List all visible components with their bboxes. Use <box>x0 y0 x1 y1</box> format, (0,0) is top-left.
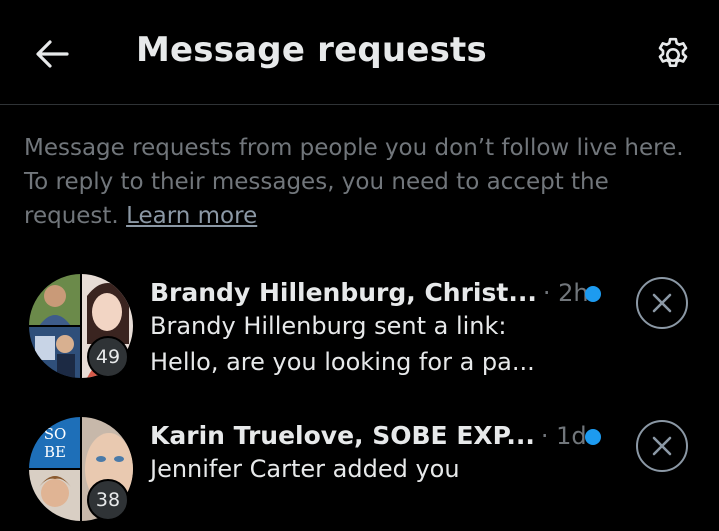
message-request-row[interactable]: 49 Brandy Hillenburg, Christ... · 2h Bran… <box>0 272 719 390</box>
unread-dot <box>585 429 601 445</box>
page-title: Message requests <box>136 30 487 70</box>
back-button[interactable] <box>30 32 74 76</box>
unread-dot <box>585 286 601 302</box>
request-header: Karin Truelove, SOBE EXP... · 1d <box>150 421 587 450</box>
member-count-badge: 49 <box>87 336 129 378</box>
dismiss-request-button[interactable] <box>636 420 688 472</box>
timestamp: · 1d <box>540 422 587 450</box>
message-preview-line-1: Brandy Hillenburg sent a link: <box>150 312 507 340</box>
close-icon <box>652 436 672 456</box>
member-count-badge: 38 <box>87 479 129 521</box>
message-preview-line-1: Jennifer Carter added you <box>150 455 460 483</box>
settings-button[interactable] <box>648 30 698 80</box>
participant-names: Karin Truelove, SOBE EXP... <box>150 421 535 450</box>
learn-more-link[interactable]: Learn more <box>126 203 257 229</box>
top-bar: Message requests <box>0 0 719 105</box>
message-preview-line-2: Hello, are you looking for a pa... <box>150 348 535 376</box>
close-icon <box>652 293 672 313</box>
request-header: Brandy Hillenburg, Christ... · 2h <box>150 278 589 307</box>
timestamp: · 2h <box>542 279 589 307</box>
gear-icon <box>658 37 688 67</box>
dismiss-request-button[interactable] <box>636 277 688 329</box>
avatar-logo-text: SO <box>44 425 67 443</box>
participant-names: Brandy Hillenburg, Christ... <box>150 278 537 307</box>
info-text: Message requests from people you don’t f… <box>24 131 704 233</box>
avatar-logo-text: BE <box>44 443 66 461</box>
message-request-row[interactable]: SO BE 38 Karin Truelove, SOBE EXP... · 1d… <box>0 415 719 531</box>
info-message: Message requests from people you don’t f… <box>24 135 684 229</box>
arrow-left-icon <box>36 40 69 68</box>
